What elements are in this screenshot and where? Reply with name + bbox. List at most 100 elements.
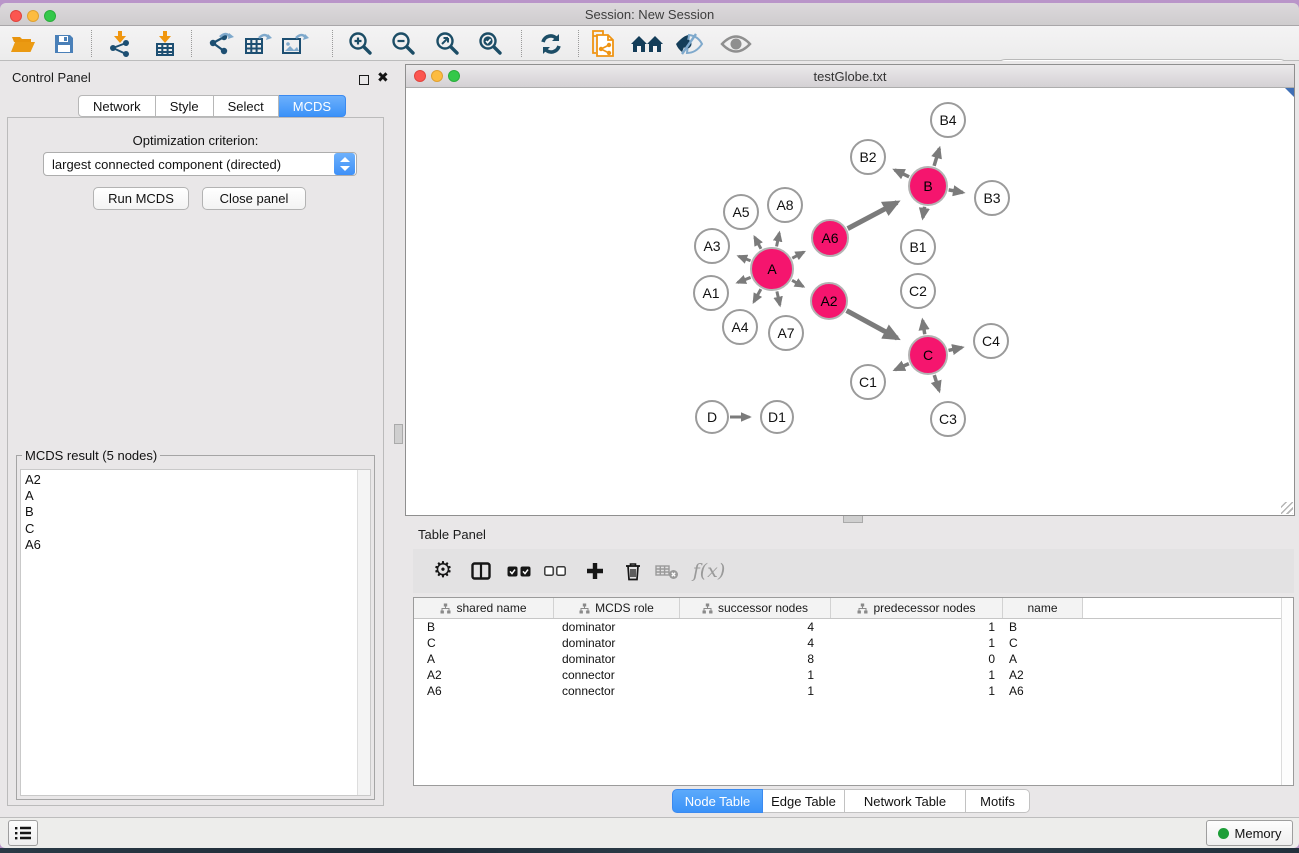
node-B1[interactable]: B1 <box>900 229 936 265</box>
table-cell[interactable]: dominator <box>554 651 680 667</box>
open-session-button[interactable] <box>6 28 40 59</box>
show-panels-button[interactable] <box>8 820 38 846</box>
mcds-result-item[interactable]: B <box>25 504 370 520</box>
edge-C-C2[interactable] <box>923 320 925 334</box>
edge-B-B1[interactable] <box>923 207 925 218</box>
deselect-all-button[interactable] <box>539 556 571 586</box>
node-D1[interactable]: D1 <box>760 400 794 434</box>
edge-A-A5[interactable] <box>755 237 761 249</box>
export-network-button[interactable] <box>203 28 237 59</box>
control-panel-close-button[interactable]: ✖ <box>377 69 389 87</box>
table-cell[interactable]: connector <box>554 683 680 699</box>
export-table-button[interactable] <box>241 28 275 59</box>
homes-button[interactable] <box>630 28 664 59</box>
refresh-button[interactable] <box>534 28 568 59</box>
tab-network[interactable]: Network <box>78 95 156 117</box>
tab-node-table[interactable]: Node Table <box>672 789 763 813</box>
mcds-result-item[interactable]: A6 <box>25 537 370 553</box>
table-row[interactable]: Adominator80A <box>414 651 1293 667</box>
network-canvas[interactable]: B4B2BB3A5A8A6A3B1AC2A1A2A4A7C4CC1C3DD1 <box>406 88 1294 515</box>
table-cell[interactable]: dominator <box>554 635 680 651</box>
edge-A-A4[interactable] <box>754 289 761 302</box>
mcds-result-item[interactable]: C <box>25 521 370 537</box>
edge-A-A6[interactable] <box>792 252 804 258</box>
node-B3[interactable]: B3 <box>974 180 1010 216</box>
network-window-titlebar[interactable]: testGlobe.txt <box>406 65 1294 88</box>
scrollbar-track[interactable] <box>357 470 370 795</box>
edge-C-C4[interactable] <box>948 347 962 350</box>
node-B2[interactable]: B2 <box>850 139 886 175</box>
edge-B-B4[interactable] <box>934 148 939 165</box>
function-builder-button[interactable]: f(x) <box>687 556 731 586</box>
table-cell[interactable]: 1 <box>831 667 1003 683</box>
delete-table-button[interactable] <box>651 556 683 586</box>
tab-edge-table[interactable]: Edge Table <box>763 789 845 813</box>
edge-C-C1[interactable] <box>895 364 909 370</box>
export-image-button[interactable] <box>278 28 312 59</box>
import-table-button[interactable] <box>148 28 182 59</box>
edge-A-A8[interactable] <box>777 233 780 246</box>
node-D[interactable]: D <box>695 400 729 434</box>
edge-B-B3[interactable] <box>949 190 963 193</box>
resize-grip[interactable] <box>1281 502 1293 514</box>
edge-A6-B[interactable] <box>848 202 897 228</box>
table-cell[interactable]: connector <box>554 667 680 683</box>
edge-A-A1[interactable] <box>738 277 751 282</box>
vertical-splitter-handle[interactable] <box>394 424 403 444</box>
node-B4[interactable]: B4 <box>930 102 966 138</box>
zoom-out-button[interactable] <box>387 28 421 59</box>
column-header-MCDS-role[interactable]: MCDS role <box>554 598 680 618</box>
node-C[interactable]: C <box>908 335 948 375</box>
node-A4[interactable]: A4 <box>722 309 758 345</box>
table-row[interactable]: Cdominator41C <box>414 635 1293 651</box>
table-cell[interactable]: B <box>1003 619 1083 635</box>
table-row[interactable]: A6connector11A6 <box>414 683 1293 699</box>
mcds-result-item[interactable]: A <box>25 488 370 504</box>
table-cell[interactable]: 4 <box>680 619 831 635</box>
node-A8[interactable]: A8 <box>767 187 803 223</box>
table-cell[interactable]: B <box>414 619 554 635</box>
table-cell[interactable]: A6 <box>414 683 554 699</box>
table-cell[interactable]: A <box>1003 651 1083 667</box>
select-all-button[interactable] <box>503 556 535 586</box>
tab-mcds[interactable]: MCDS <box>279 95 346 117</box>
import-network-button[interactable] <box>103 28 137 59</box>
node-A5[interactable]: A5 <box>723 194 759 230</box>
show-graphics-details-button[interactable] <box>719 28 753 59</box>
edge-C-C3[interactable] <box>934 375 939 391</box>
node-C1[interactable]: C1 <box>850 364 886 400</box>
table-cell[interactable]: A <box>414 651 554 667</box>
table-scrollbar-track[interactable] <box>1281 598 1293 785</box>
table-cell[interactable]: 8 <box>680 651 831 667</box>
table-cell[interactable]: A6 <box>1003 683 1083 699</box>
column-header-shared-name[interactable]: shared name <box>414 598 554 618</box>
node-table[interactable]: shared nameMCDS rolesuccessor nodesprede… <box>413 597 1294 786</box>
tab-motifs[interactable]: Motifs <box>966 789 1030 813</box>
table-settings-button[interactable]: ⚙ <box>427 556 459 586</box>
run-mcds-button[interactable]: Run MCDS <box>93 187 189 210</box>
memory-button[interactable]: Memory <box>1206 820 1293 846</box>
tab-style[interactable]: Style <box>156 95 214 117</box>
zoom-fit-button[interactable] <box>431 28 465 59</box>
column-header-name[interactable]: name <box>1003 598 1083 618</box>
close-panel-button[interactable]: Close panel <box>202 187 306 210</box>
edge-A-A3[interactable] <box>739 256 751 261</box>
edge-A2-C[interactable] <box>847 311 898 339</box>
mcds-result-list[interactable]: A2ABCA6 <box>20 469 371 796</box>
table-cell[interactable]: 0 <box>831 651 1003 667</box>
delete-column-button[interactable] <box>617 556 649 586</box>
table-cell[interactable]: dominator <box>554 619 680 635</box>
horizontal-splitter-handle[interactable] <box>843 515 863 523</box>
table-cell[interactable]: 1 <box>831 683 1003 699</box>
node-A6[interactable]: A6 <box>811 219 849 257</box>
node-A1[interactable]: A1 <box>693 275 729 311</box>
add-column-button[interactable] <box>579 556 611 586</box>
table-cell[interactable]: 1 <box>680 667 831 683</box>
edge-B-B2[interactable] <box>895 170 909 177</box>
table-cell[interactable]: 1 <box>680 683 831 699</box>
table-cell[interactable]: A2 <box>414 667 554 683</box>
table-row[interactable]: Bdominator41B <box>414 619 1293 635</box>
table-cell[interactable]: A2 <box>1003 667 1083 683</box>
edge-A-A2[interactable] <box>792 280 803 286</box>
tab-network-table[interactable]: Network Table <box>845 789 966 813</box>
